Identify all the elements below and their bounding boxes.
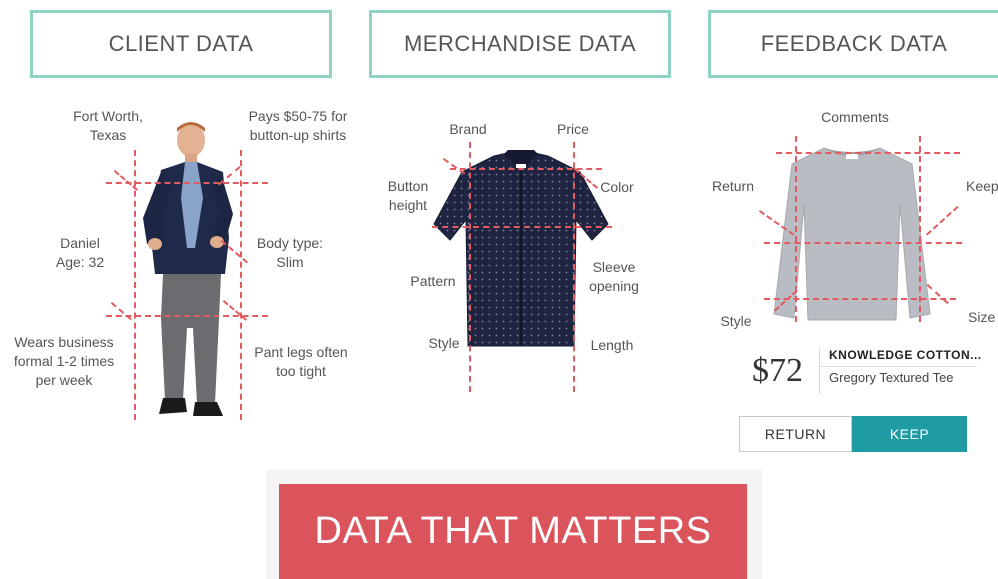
keep-button[interactable]: KEEP	[852, 416, 967, 452]
merch-button-height-label: Button height	[387, 178, 429, 213]
merch-guide-right	[573, 142, 575, 392]
client-location-label: Fort Worth, Texas	[73, 108, 143, 143]
merch-length-label: Length	[590, 337, 634, 353]
client-data-header: CLIENT DATA	[30, 10, 332, 78]
client-name-label: Daniel Age: 32	[55, 235, 105, 270]
feedback-return-label: Return	[711, 178, 755, 194]
client-dress-label: Wears business formal 1-2 times per week	[13, 334, 115, 388]
client-pants-label: Pant legs often too tight	[254, 344, 348, 379]
product-divider	[819, 366, 977, 367]
feedback-guide-bottom	[764, 298, 956, 300]
merch-guide-top	[450, 168, 602, 170]
merch-pattern-label: Pattern	[410, 273, 456, 289]
feedback-guide-top	[776, 152, 960, 154]
merch-style-label: Style	[428, 335, 460, 351]
client-man-illustration	[143, 122, 233, 416]
client-body-type-label: Body type: Slim	[256, 235, 324, 270]
product-price: $72	[752, 352, 803, 389]
feedback-keep-label: Keep	[966, 178, 998, 194]
return-button[interactable]: RETURN	[739, 416, 852, 452]
merch-guide-mid	[432, 226, 612, 228]
feedback-guide-right	[919, 136, 921, 322]
product-name: KNOWLEDGE COTTON...	[829, 348, 982, 362]
merch-price-label: Price	[557, 121, 589, 137]
feedback-guide-left	[795, 136, 797, 322]
merch-guide-left	[469, 142, 471, 392]
merchandise-data-header: MERCHANDISE DATA	[369, 10, 671, 78]
feedback-guide-mid	[764, 242, 962, 244]
feedback-size-label: Size	[968, 309, 996, 325]
data-that-matters-banner: DATA THAT MATTERS	[279, 484, 747, 579]
merch-brand-label: Brand	[449, 121, 487, 137]
merch-color-label: Color	[600, 179, 634, 195]
product-separator	[819, 348, 820, 394]
merch-sleeve-label: Sleeve opening	[589, 259, 639, 294]
product-subtitle: Gregory Textured Tee	[829, 370, 954, 385]
shirt-illustration	[433, 150, 609, 347]
feedback-data-header: FEEDBACK DATA	[708, 10, 998, 78]
client-guide-right	[240, 150, 242, 420]
client-budget-label: Pays $50-75 for button-up shirts	[248, 108, 348, 143]
feedback-comments-label: Comments	[821, 109, 889, 125]
feedback-style-label: Style	[720, 313, 752, 329]
